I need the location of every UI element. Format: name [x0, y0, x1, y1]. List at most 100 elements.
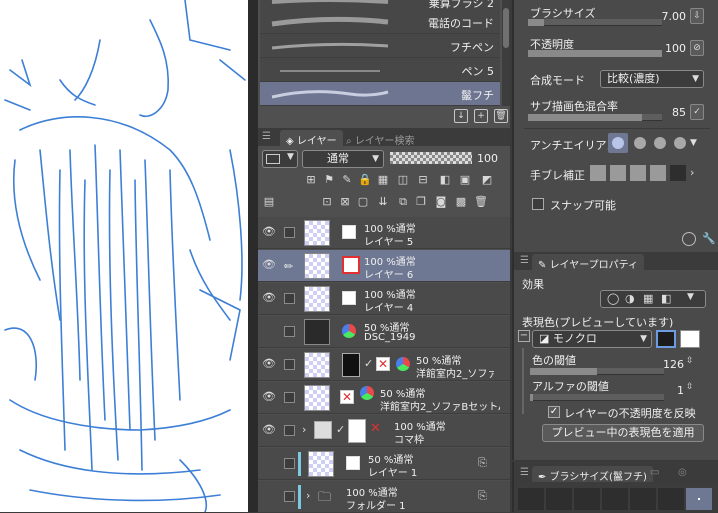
layer-row-selected[interactable]: 👁 ✏ 100 %通常 レイヤー 6 — [258, 250, 510, 282]
chevron-down-icon[interactable]: ▼ — [690, 135, 704, 151]
layer-color-effect-icon[interactable]: ◧ — [661, 292, 671, 305]
layer-select-checkbox[interactable] — [284, 392, 295, 403]
white-color-swatch[interactable] — [680, 330, 700, 348]
layer-opacity-slider[interactable] — [390, 152, 472, 164]
layer-row[interactable]: 👁 100 %通常 レイヤー 5 — [258, 217, 510, 249]
layer-select-checkbox[interactable] — [284, 227, 295, 238]
tab-brush-size[interactable]: ✒ ブラシサイズ(鬣フチ) — [532, 466, 653, 483]
drawing-canvas[interactable] — [0, 0, 248, 512]
layer-color-dropdown-icon[interactable]: ◩ — [480, 173, 494, 187]
mask-create-icon[interactable]: ◙ — [434, 195, 448, 209]
layer-row[interactable]: › 🗀 100 %通常 フォルダー 1 ⎘ — [258, 481, 510, 513]
combine-icon[interactable]: ❐ — [414, 195, 428, 209]
lock-icon[interactable]: 🔒 — [358, 173, 372, 187]
new-raster-icon[interactable]: ⊡ — [320, 195, 334, 209]
layer-select-checkbox[interactable] — [284, 458, 295, 469]
brush-size-preset[interactable] — [602, 488, 628, 510]
layer-row[interactable]: 👁 100 %通常 レイヤー 4 — [258, 283, 510, 315]
brush-size-preset[interactable] — [546, 488, 572, 510]
trash-icon[interactable]: 🗑 — [474, 195, 488, 209]
eye-icon[interactable]: 👁 — [262, 391, 276, 402]
chevron-down-icon[interactable]: ▼ — [687, 292, 694, 302]
layer-row[interactable]: 👁 ✓ ✕ 50 %通常 洋館室内2_ソファ — [258, 349, 510, 381]
link-icon[interactable]: ⎘ — [478, 456, 487, 470]
brush-item[interactable]: ペン 5 — [260, 58, 500, 82]
brush-size-preset[interactable] — [574, 488, 600, 510]
dot-effect-icon[interactable]: ▦ — [643, 292, 653, 305]
clip-icon[interactable]: ⊞ — [304, 173, 318, 187]
collapse-icon[interactable]: − — [518, 330, 530, 342]
snap-checkbox[interactable] — [532, 198, 544, 210]
eye-icon[interactable]: 👁 — [262, 259, 276, 270]
mask-icon[interactable]: ◫ — [396, 173, 410, 187]
sub-blend-check-icon[interactable]: ✓ — [690, 104, 704, 120]
new-folder-icon[interactable]: ▢ — [356, 195, 370, 209]
eye-icon[interactable]: 👁 — [262, 358, 276, 369]
menu-icon[interactable]: ☰ — [520, 255, 529, 266]
layer-select-checkbox[interactable] — [284, 359, 295, 370]
reflect-opacity-checkbox[interactable]: ✓ — [548, 406, 560, 418]
layer-blend-select[interactable]: 通常 ▼ — [302, 150, 384, 168]
brush-size-dropdown-icon[interactable]: ⇩ — [690, 8, 704, 24]
draft-icon[interactable]: ✎ — [340, 173, 354, 187]
antialias-option-mid[interactable] — [654, 137, 666, 149]
stabilize-level-4[interactable] — [650, 165, 666, 181]
spinner-icon[interactable]: ⇳ — [686, 356, 694, 366]
alpha-threshold-slider[interactable] — [530, 394, 664, 401]
spinner-icon[interactable]: ⇳ — [686, 382, 694, 392]
layer-row[interactable]: 50 %通常 DSC_1949 — [258, 316, 510, 348]
new-vector-icon[interactable]: ⊠ — [338, 195, 352, 209]
layer-select-checkbox[interactable] — [284, 293, 295, 304]
tab-other-icon[interactable]: ◎ — [678, 467, 687, 478]
brush-copy-icon[interactable]: ↓ — [454, 109, 468, 123]
clock-icon[interactable] — [682, 232, 696, 246]
brush-item[interactable]: 電話のコード — [260, 10, 500, 34]
stabilize-level-1[interactable] — [590, 165, 606, 181]
stabilize-level-5[interactable] — [670, 165, 686, 181]
opacity-toggle-icon[interactable]: ⊘ — [690, 40, 704, 56]
merge-icon[interactable]: ⧉ — [396, 195, 410, 209]
opacity-slider[interactable] — [528, 50, 662, 57]
chevron-right-icon[interactable]: › — [690, 165, 704, 181]
black-color-swatch[interactable] — [656, 330, 676, 348]
eye-icon[interactable]: 👁 — [262, 226, 276, 237]
mask-apply-icon[interactable]: ▩ — [454, 195, 468, 209]
layer-row[interactable]: 50 %通常 レイヤー 1 ⎘ — [258, 448, 510, 480]
menu-icon[interactable]: ☰ — [520, 467, 529, 478]
layer-select-checkbox[interactable] — [284, 326, 295, 337]
trash-icon[interactable]: 🗑 — [494, 109, 508, 123]
chevron-right-icon[interactable]: › — [302, 423, 306, 436]
brush-add-icon[interactable]: + — [474, 109, 488, 123]
expression-color-select[interactable]: ◪ モノクロ ▼ — [532, 330, 652, 348]
tab-layer-search[interactable]: ⌕ レイヤー検索 — [340, 130, 420, 147]
transfer-down-icon[interactable]: ⇊ — [376, 195, 390, 209]
apply-expression-color-button[interactable]: プレビュー中の表現色を適用 — [542, 424, 704, 442]
antialias-option-strong[interactable] — [674, 137, 686, 149]
layer-select-checkbox[interactable] — [284, 491, 295, 502]
brush-list-scrollbar[interactable] — [502, 0, 510, 106]
palette-icon[interactable]: ◧ — [438, 173, 452, 187]
eye-icon[interactable]: 👁 — [262, 292, 276, 303]
layer-color-select[interactable]: ▼ — [262, 150, 298, 168]
layer-color-icon[interactable]: ▣ — [458, 173, 472, 187]
brush-size-slider[interactable] — [528, 19, 662, 26]
tab-other-icon[interactable]: ▭ — [650, 467, 659, 478]
antialias-option-none[interactable] — [608, 133, 628, 153]
tone-effect-icon[interactable]: ◑ — [625, 292, 635, 305]
brush-size-preset[interactable] — [518, 488, 544, 510]
chevron-right-icon[interactable]: › — [306, 489, 310, 502]
sub-blend-slider[interactable] — [528, 114, 662, 121]
eye-icon[interactable]: 👁 — [262, 424, 276, 435]
lock-alpha-icon[interactable]: ▦ — [376, 173, 390, 187]
layer-row[interactable]: 👁 ✕ 50 %通常 洋館室内2_ソファBセットA — [258, 382, 510, 414]
wrench-icon[interactable]: 🔧 — [702, 232, 716, 246]
border-effect-icon[interactable]: ◯ — [607, 292, 619, 305]
color-threshold-slider[interactable] — [530, 368, 664, 375]
layer-panel-menu-icon[interactable]: ▤ — [262, 195, 276, 209]
brush-item[interactable]: フチペン — [260, 34, 500, 58]
brush-size-preset[interactable] — [658, 488, 684, 510]
layer-row[interactable]: 👁 › ✓ ✕ 100 %通常 コマ枠 — [258, 415, 510, 447]
link-icon[interactable]: ⎘ — [478, 489, 487, 503]
blend-mode-select[interactable]: 比較(濃度) ▼ — [600, 70, 704, 88]
antialias-option-weak[interactable] — [634, 137, 646, 149]
